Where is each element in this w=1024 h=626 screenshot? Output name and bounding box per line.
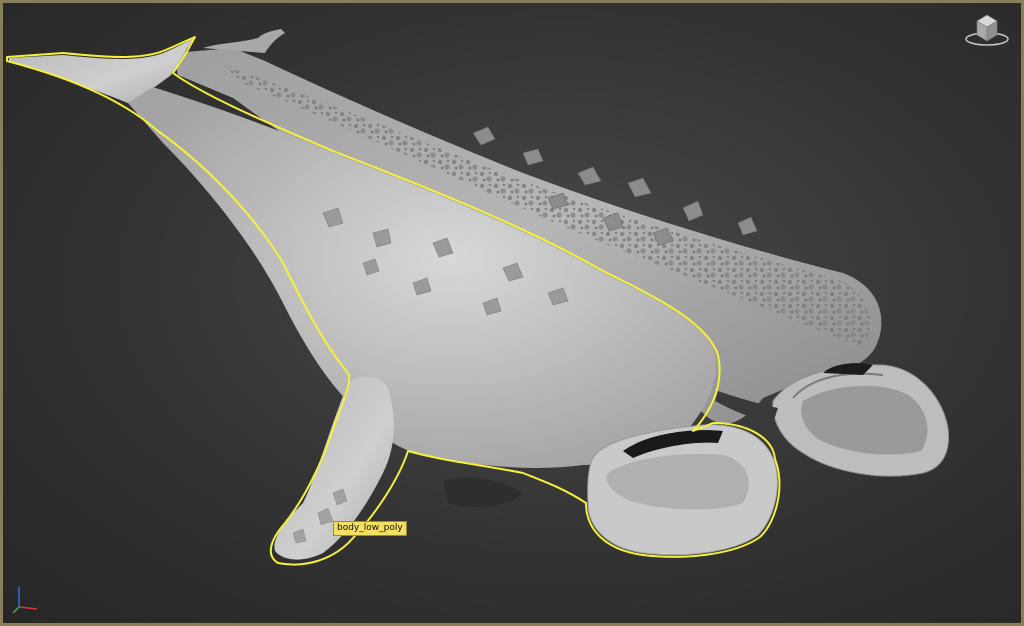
model-scene[interactable] [3, 3, 1024, 626]
viewcube-icon[interactable] [963, 9, 1011, 49]
object-name-tooltip: body_low_poly [333, 521, 407, 536]
3d-viewport[interactable]: body_low_poly [0, 0, 1024, 626]
axis-tripod-icon [12, 587, 38, 614]
